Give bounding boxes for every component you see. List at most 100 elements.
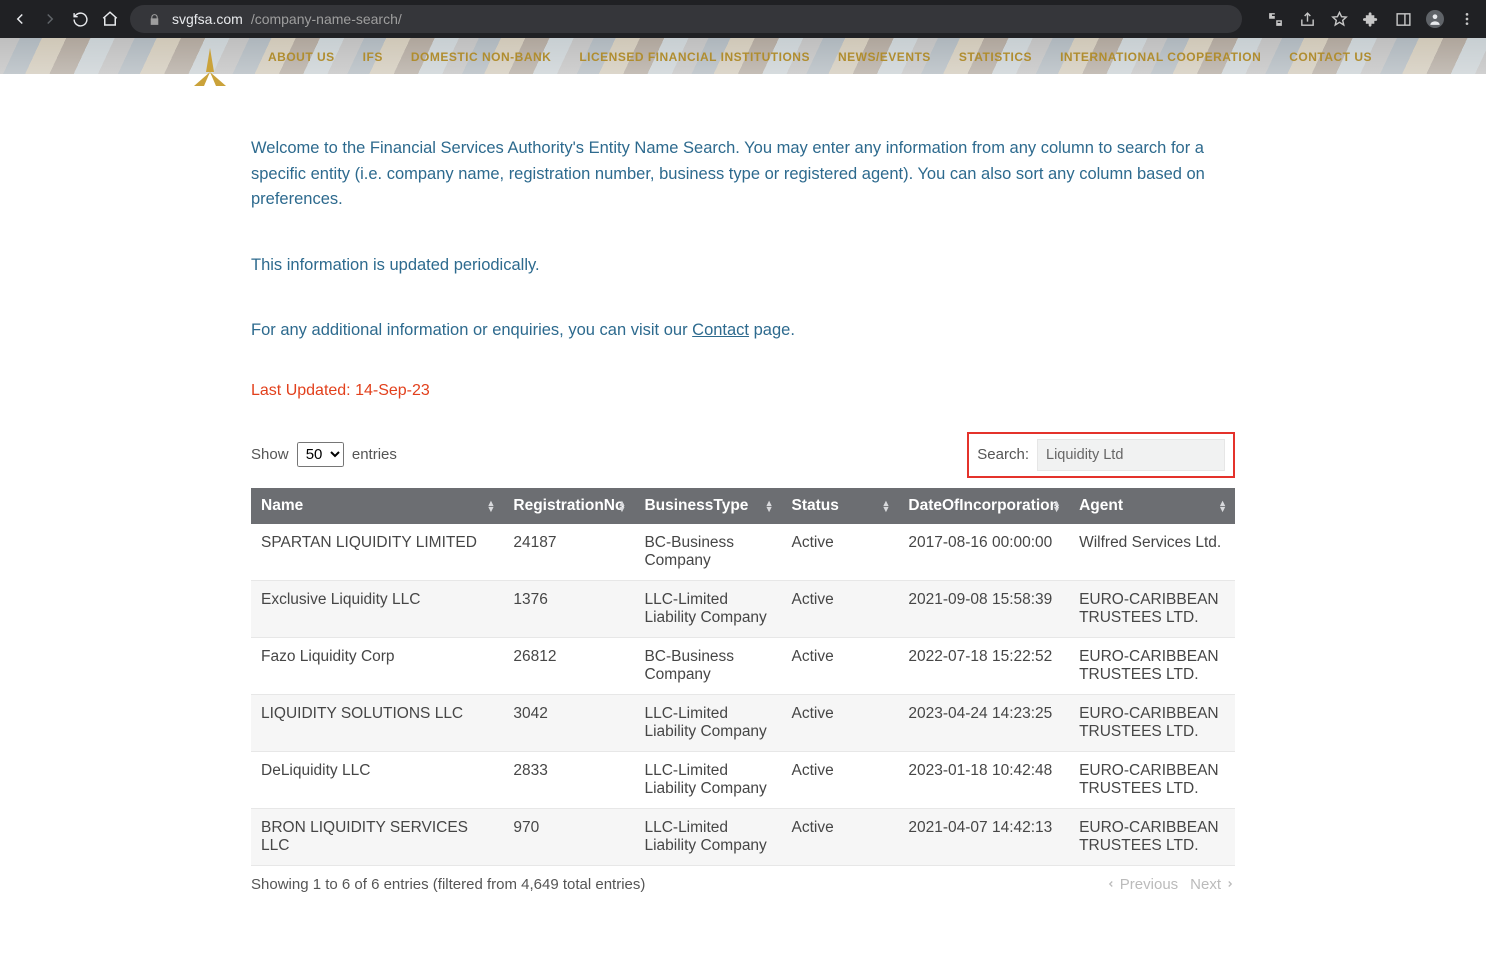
toolbar-right-cluster xyxy=(1266,10,1476,28)
table-row: Fazo Liquidity Corp26812BC-Business Comp… xyxy=(251,637,1235,694)
cell-status: Active xyxy=(782,637,899,694)
cell-date: 2021-04-07 14:42:13 xyxy=(898,808,1069,865)
cell-date: 2017-08-16 00:00:00 xyxy=(898,524,1069,581)
table-row: Exclusive Liquidity LLC1376LLC-Limited L… xyxy=(251,580,1235,637)
nav-back-button[interactable] xyxy=(10,9,30,29)
cell-status: Active xyxy=(782,694,899,751)
sort-icon: ▲▼ xyxy=(1218,500,1227,512)
main-content: Welcome to the Financial Services Author… xyxy=(251,136,1235,933)
nav-domestic[interactable]: DOMESTIC NON-BANK xyxy=(411,50,552,64)
cell-agent: EURO-CARIBBEAN TRUSTEES LTD. xyxy=(1069,751,1235,808)
cell-name: DeLiquidity LLC xyxy=(251,751,503,808)
home-button[interactable] xyxy=(100,9,120,29)
cell-type: LLC-Limited Liability Company xyxy=(634,580,781,637)
cell-date: 2021-09-08 15:58:39 xyxy=(898,580,1069,637)
search-box-highlight: Search: xyxy=(967,432,1235,478)
col-agent[interactable]: Agent▲▼ xyxy=(1069,488,1235,524)
cell-name: LIQUIDITY SOLUTIONS LLC xyxy=(251,694,503,751)
cell-reg: 1376 xyxy=(503,580,634,637)
cell-reg: 26812 xyxy=(503,637,634,694)
table-row: BRON LIQUIDITY SERVICES LLC970LLC-Limite… xyxy=(251,808,1235,865)
contact-link[interactable]: Contact xyxy=(692,321,749,339)
browser-toolbar: svgfsa.com/company-name-search/ xyxy=(0,0,1486,38)
nav-statistics[interactable]: STATISTICS xyxy=(959,50,1032,64)
cell-reg: 970 xyxy=(503,808,634,865)
show-label-pre: Show xyxy=(251,446,289,463)
profile-avatar[interactable] xyxy=(1426,10,1444,28)
intro-p3-post: page. xyxy=(749,321,795,339)
extensions-icon[interactable] xyxy=(1362,10,1380,28)
cell-type: BC-Business Company xyxy=(634,524,781,581)
sort-icon: ▲▼ xyxy=(1052,500,1061,512)
pager: Previous Next xyxy=(1106,876,1235,893)
cell-agent: EURO-CARIBBEAN TRUSTEES LTD. xyxy=(1069,694,1235,751)
nav-news[interactable]: NEWS/EVENTS xyxy=(838,50,931,64)
nav-about-us[interactable]: ABOUT US xyxy=(268,50,335,64)
share-icon[interactable] xyxy=(1298,10,1316,28)
show-label-post: entries xyxy=(352,446,397,463)
table-row: SPARTAN LIQUIDITY LIMITED24187BC-Busines… xyxy=(251,524,1235,581)
url-path: /company-name-search/ xyxy=(251,11,402,27)
intro-paragraph-1: Welcome to the Financial Services Author… xyxy=(251,136,1235,213)
translate-icon[interactable] xyxy=(1266,10,1284,28)
col-status[interactable]: Status▲▼ xyxy=(782,488,899,524)
table-row: LIQUIDITY SOLUTIONS LLC3042LLC-Limited L… xyxy=(251,694,1235,751)
intro-paragraph-3: For any additional information or enquir… xyxy=(251,318,1235,344)
cell-reg: 2833 xyxy=(503,751,634,808)
primary-nav: ABOUT US IFS DOMESTIC NON-BANK LICENSED … xyxy=(268,50,1372,64)
intro-p3-pre: For any additional information or enquir… xyxy=(251,321,692,339)
results-table: Name▲▼ RegistrationNo▲▼ BusinessType▲▼ S… xyxy=(251,488,1235,866)
address-bar[interactable]: svgfsa.com/company-name-search/ xyxy=(130,5,1242,33)
entries-per-page-select[interactable]: 50 xyxy=(297,442,344,467)
sort-icon: ▲▼ xyxy=(486,500,495,512)
site-logo[interactable] xyxy=(184,42,236,94)
pager-previous[interactable]: Previous xyxy=(1120,876,1178,893)
bookmark-star-icon[interactable] xyxy=(1330,10,1348,28)
col-business-type[interactable]: BusinessType▲▼ xyxy=(634,488,781,524)
search-input[interactable] xyxy=(1037,439,1225,471)
chevron-left-icon xyxy=(1106,879,1116,889)
cell-status: Active xyxy=(782,808,899,865)
cell-date: 2023-01-18 10:42:48 xyxy=(898,751,1069,808)
cell-type: LLC-Limited Liability Company xyxy=(634,694,781,751)
intro-paragraph-2: This information is updated periodically… xyxy=(251,253,1235,279)
search-label: Search: xyxy=(977,446,1029,463)
cell-agent: Wilfred Services Ltd. xyxy=(1069,524,1235,581)
cell-status: Active xyxy=(782,751,899,808)
nav-intl-coop[interactable]: INTERNATIONAL COOPERATION xyxy=(1060,50,1261,64)
cell-name: Exclusive Liquidity LLC xyxy=(251,580,503,637)
cell-date: 2023-04-24 14:23:25 xyxy=(898,694,1069,751)
cell-status: Active xyxy=(782,580,899,637)
cell-reg: 3042 xyxy=(503,694,634,751)
cell-type: LLC-Limited Liability Company xyxy=(634,751,781,808)
site-header: ABOUT US IFS DOMESTIC NON-BANK LICENSED … xyxy=(0,38,1486,74)
cell-status: Active xyxy=(782,524,899,581)
cell-name: Fazo Liquidity Corp xyxy=(251,637,503,694)
cell-name: BRON LIQUIDITY SERVICES LLC xyxy=(251,808,503,865)
chevron-right-icon xyxy=(1225,879,1235,889)
reload-button[interactable] xyxy=(70,9,90,29)
cell-type: LLC-Limited Liability Company xyxy=(634,808,781,865)
pager-next[interactable]: Next xyxy=(1190,876,1221,893)
col-date[interactable]: DateOfIncorporation▲▼ xyxy=(898,488,1069,524)
cell-reg: 24187 xyxy=(503,524,634,581)
cell-agent: EURO-CARIBBEAN TRUSTEES LTD. xyxy=(1069,808,1235,865)
cell-date: 2022-07-18 15:22:52 xyxy=(898,637,1069,694)
table-row: DeLiquidity LLC2833LLC-Limited Liability… xyxy=(251,751,1235,808)
page-scroll[interactable]: ABOUT US IFS DOMESTIC NON-BANK LICENSED … xyxy=(0,38,1486,965)
nav-forward-button[interactable] xyxy=(40,9,60,29)
col-name[interactable]: Name▲▼ xyxy=(251,488,503,524)
cell-name: SPARTAN LIQUIDITY LIMITED xyxy=(251,524,503,581)
nav-ifs[interactable]: IFS xyxy=(363,50,383,64)
nav-licensed[interactable]: LICENSED FINANCIAL INSTITUTIONS xyxy=(579,50,810,64)
kebab-menu-icon[interactable] xyxy=(1458,10,1476,28)
side-panel-icon[interactable] xyxy=(1394,10,1412,28)
cell-agent: EURO-CARIBBEAN TRUSTEES LTD. xyxy=(1069,637,1235,694)
nav-contact-us[interactable]: CONTACT US xyxy=(1289,50,1372,64)
col-registration[interactable]: RegistrationNo▲▼ xyxy=(503,488,634,524)
cell-type: BC-Business Company xyxy=(634,637,781,694)
sort-icon: ▲▼ xyxy=(618,500,627,512)
cell-agent: EURO-CARIBBEAN TRUSTEES LTD. xyxy=(1069,580,1235,637)
url-host: svgfsa.com xyxy=(172,11,243,27)
sort-icon: ▲▼ xyxy=(881,500,890,512)
